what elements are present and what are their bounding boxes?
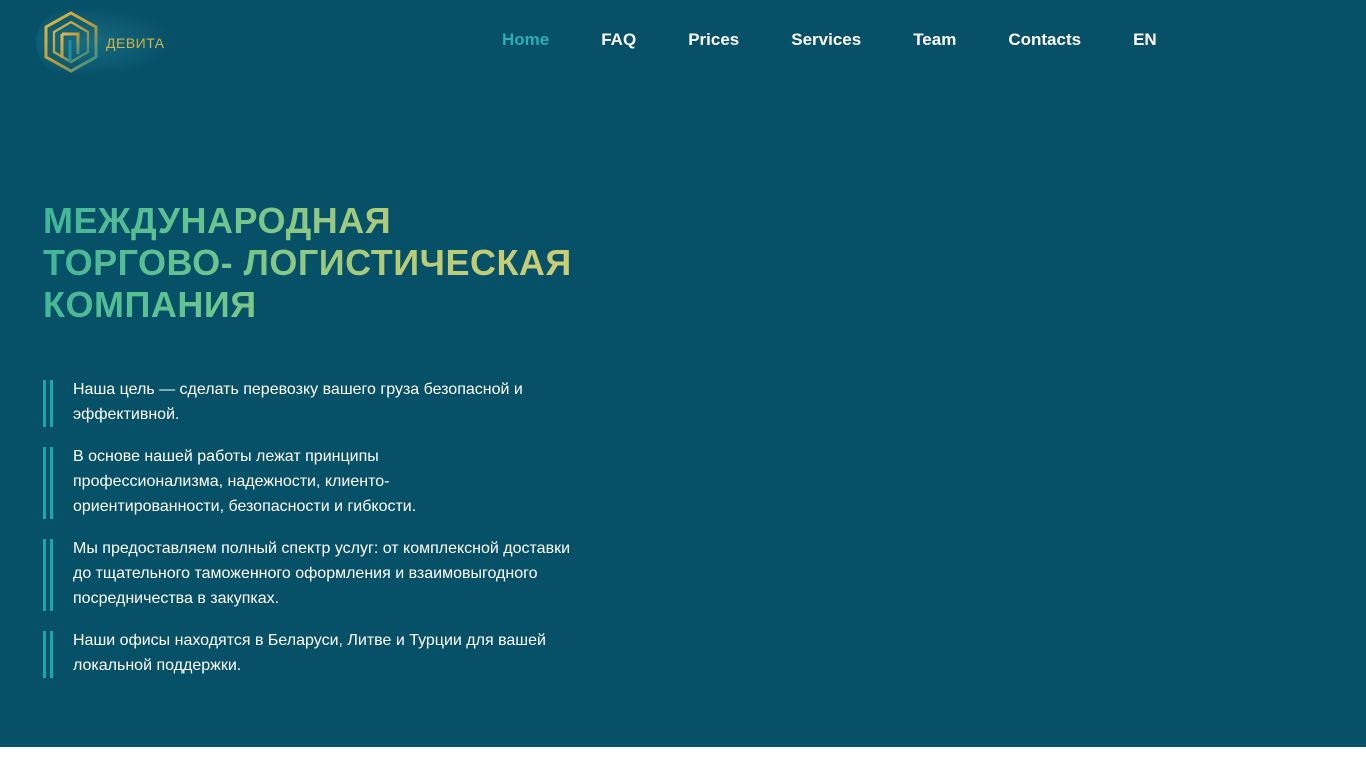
nav-services[interactable]: Services xyxy=(791,30,861,50)
accent-bar-icon xyxy=(43,447,53,519)
nav-home[interactable]: Home xyxy=(502,30,549,50)
hero-point-text: Наши офисы находятся в Беларуси, Литве и… xyxy=(73,632,546,674)
hero-title-line: КОМПАНИЯ xyxy=(43,284,257,325)
accent-bar-icon xyxy=(43,539,53,611)
hero-title-line: ТОРГОВО- ЛОГИСТИЧЕСКАЯ xyxy=(43,242,572,283)
hero-point: В основе нашей работы лежат принципы про… xyxy=(43,444,483,519)
hero-point: Наши офисы находятся в Беларуси, Литве и… xyxy=(43,628,563,678)
devita-logo-icon xyxy=(44,11,98,73)
nav-language-switch[interactable]: EN xyxy=(1133,30,1157,50)
nav-faq[interactable]: FAQ xyxy=(601,30,636,50)
hero-title: МЕЖДУНАРОДНАЯ ТОРГОВО- ЛОГИСТИЧЕСКАЯ КОМ… xyxy=(43,200,643,326)
site-logo[interactable]: ДЕВИТА xyxy=(36,6,176,78)
page-bottom-strip xyxy=(0,747,1366,768)
hero-point-text: Мы предоставляем полный спектр услуг: от… xyxy=(73,540,571,607)
main-nav: Home FAQ Prices Services Team Contacts E… xyxy=(502,30,1157,50)
nav-prices[interactable]: Prices xyxy=(688,30,739,50)
accent-bar-icon xyxy=(43,380,53,427)
hero-title-line: МЕЖДУНАРОДНАЯ xyxy=(43,200,392,241)
logo-wordmark: ДЕВИТА xyxy=(106,35,165,51)
hero-point: Мы предоставляем полный спектр услуг: от… xyxy=(43,536,573,611)
hero-points-list: Наша цель — сделать перевозку вашего гру… xyxy=(43,377,603,695)
hero-point-text: Наша цель — сделать перевозку вашего гру… xyxy=(73,381,523,423)
nav-team[interactable]: Team xyxy=(913,30,956,50)
accent-bar-icon xyxy=(43,631,53,678)
hero-point-text: В основе нашей работы лежат принципы про… xyxy=(73,448,417,515)
nav-contacts[interactable]: Contacts xyxy=(1008,30,1081,50)
hero-section: ДЕВИТА Home FAQ Prices Services Team Con… xyxy=(0,0,1366,747)
hero-point: Наша цель — сделать перевозку вашего гру… xyxy=(43,377,593,427)
